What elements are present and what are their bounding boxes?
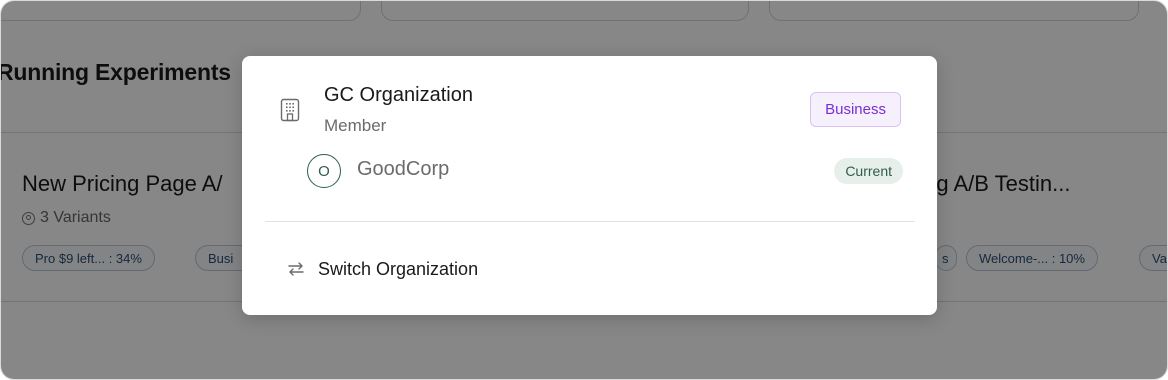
workspace-item[interactable]: O GoodCorp Current bbox=[242, 154, 937, 190]
divider bbox=[265, 221, 915, 222]
current-badge: Current bbox=[834, 158, 903, 184]
switch-organization-label: Switch Organization bbox=[318, 258, 479, 279]
workspace-name: GoodCorp bbox=[357, 158, 450, 180]
organization-header: GC Organization Member Business bbox=[242, 56, 937, 146]
switch-organization-button[interactable]: Switch Organization bbox=[286, 255, 478, 283]
switch-arrows-icon bbox=[288, 262, 304, 276]
workspace-avatar: O bbox=[307, 154, 341, 188]
building-icon bbox=[280, 98, 300, 122]
organization-role: Member bbox=[324, 116, 387, 135]
organization-name: GC Organization bbox=[324, 84, 473, 106]
app-frame: Running Experiments New Pricing Page A/ … bbox=[0, 0, 1168, 380]
plan-badge: Business bbox=[810, 92, 901, 127]
organization-switcher-modal: GC Organization Member Business O GoodCo… bbox=[242, 56, 937, 315]
